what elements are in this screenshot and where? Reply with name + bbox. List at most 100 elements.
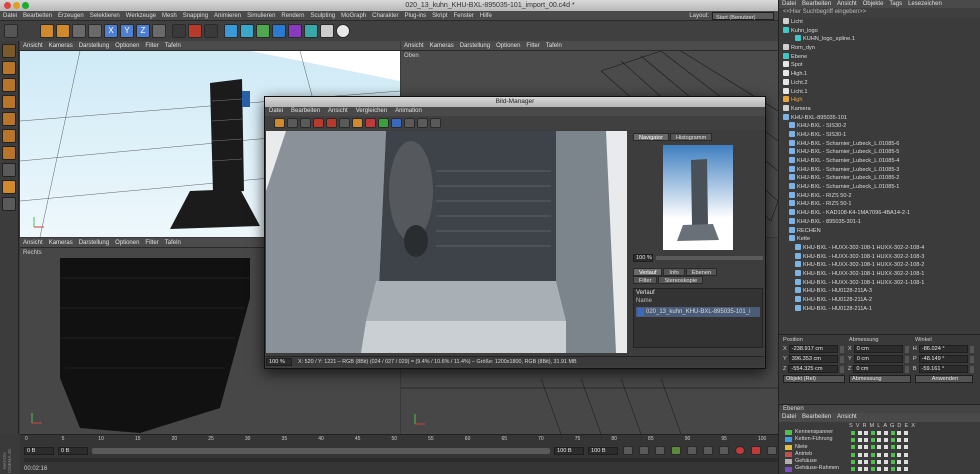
object-list-item[interactable]: Licht [783, 18, 980, 27]
picmgr-menu-item-2[interactable]: Ansicht [324, 107, 352, 116]
render-picture-viewer-icon[interactable] [188, 24, 202, 38]
object-list-item[interactable]: High [783, 96, 980, 105]
coord-field[interactable]: -554.325 cm [788, 365, 839, 373]
tab-histogram[interactable]: Histogramm [669, 133, 713, 141]
object-list-item[interactable]: KHU-BXL - HU0128-211A-1 [783, 304, 980, 314]
layer-toggle-icon[interactable] [897, 452, 902, 457]
layer-row[interactable]: Niete [779, 444, 980, 451]
array-icon[interactable] [272, 24, 286, 38]
autokey-icon[interactable] [751, 446, 761, 455]
settings-icon[interactable] [430, 118, 441, 128]
object-list-item[interactable]: Kamera [783, 104, 980, 114]
menu-item-1[interactable]: Bearbeiten [20, 11, 55, 21]
layer-toggle-icon[interactable] [883, 467, 888, 472]
render-view-icon[interactable] [172, 24, 186, 38]
history-item[interactable]: 020_13_kuhn_KHU-BXL-895035-101_i [636, 307, 760, 317]
menu-item-13[interactable]: Plug-ins [401, 11, 429, 21]
object-list-item[interactable]: Kette [783, 235, 980, 244]
viewport-menu-item-1[interactable]: Kameras [46, 238, 76, 248]
layer-toggle-icon[interactable] [877, 437, 882, 442]
layer-toggle-icon[interactable] [857, 437, 862, 442]
menu-item-11[interactable]: MoGraph [338, 11, 369, 21]
layer-toggle-icon[interactable] [890, 467, 895, 472]
tab-info[interactable]: Info [663, 268, 685, 276]
navigator-preview[interactable] [663, 145, 733, 250]
object-menu-item-2[interactable]: Ansicht [834, 0, 860, 9]
undo-icon[interactable] [4, 24, 18, 38]
camera-icon[interactable] [320, 24, 334, 38]
object-list-item[interactable]: KHU-BXL - HUXX-302-108-1 HUXX-302-2-108-… [783, 252, 980, 262]
layer-toggle-icon[interactable] [851, 430, 855, 435]
layer-toggle-icon[interactable] [870, 445, 875, 450]
layer-toggle-icon[interactable] [864, 459, 869, 464]
layer-toggle-icon[interactable] [870, 452, 875, 457]
object-list-item[interactable]: KHU-BXL - Scharnier_Lubeck_L.01085-6 [783, 139, 980, 149]
tab-layers[interactable]: Ebenen [685, 268, 718, 276]
layer-row[interactable]: Kennenspanner [779, 429, 980, 436]
object-list-item[interactable]: KHU-BXL - Scharnier_Lubeck_L.01085-1 [783, 183, 980, 192]
status-zoom-field[interactable]: 100 % [266, 357, 292, 366]
coord-field[interactable]: 0 cm [853, 345, 904, 353]
object-list-item[interactable]: KHU-BXL - SIS30-2 [783, 122, 980, 131]
viewport-menu-item-4[interactable]: Filter [142, 41, 161, 51]
coord-field[interactable]: -238.917 cm [788, 345, 839, 353]
layer-toggle-icon[interactable] [883, 445, 888, 450]
menu-item-3[interactable]: Selektieren [87, 11, 123, 21]
menu-item-0[interactable]: Datei [0, 11, 20, 21]
fit-view-icon[interactable] [417, 118, 428, 128]
polygons-mode-icon[interactable] [2, 146, 16, 160]
stepper-icon[interactable] [840, 365, 844, 373]
object-list-item[interactable]: KHU-BXL - SIS30-1 [783, 130, 980, 140]
scale-tool-icon[interactable] [72, 24, 86, 38]
play-icon[interactable] [671, 446, 681, 455]
stepper-icon[interactable] [905, 355, 909, 363]
edges-mode-icon[interactable] [2, 129, 16, 143]
open-file-icon[interactable] [274, 118, 285, 128]
menu-item-8[interactable]: Simulieren [244, 11, 278, 21]
layer-toggle-icon[interactable] [851, 437, 855, 442]
layer-toggle-icon[interactable] [857, 459, 862, 464]
deformer-icon[interactable] [288, 24, 302, 38]
channel-b-icon[interactable] [391, 118, 402, 128]
layer-toggle-icon[interactable] [877, 430, 882, 435]
coordinate-system-icon[interactable] [152, 24, 166, 38]
goto-end-icon[interactable] [719, 446, 729, 455]
x-axis-lock-icon[interactable]: X [104, 24, 118, 38]
make-editable-icon[interactable] [2, 44, 16, 58]
stepper-icon[interactable] [970, 365, 975, 373]
object-list-item[interactable]: KHU-BXL-895035-101 [783, 113, 980, 123]
tab-history[interactable]: Verlauf [633, 268, 663, 276]
object-list-item[interactable]: RECHEN [783, 226, 980, 236]
render-view-icon[interactable] [300, 118, 311, 128]
object-list-item[interactable]: KHU-BXL - HUXX-302-108-1 HUXX-302-2-108-… [783, 269, 980, 279]
layer-toggle-icon[interactable] [890, 445, 895, 450]
snap-icon[interactable] [2, 197, 16, 211]
layer-toggle-icon[interactable] [890, 437, 895, 442]
prev-frame-icon[interactable] [655, 446, 665, 455]
menu-item-6[interactable]: Snapping [180, 11, 211, 21]
object-list-item[interactable]: Kuhn_logo [783, 26, 980, 36]
close-window-button[interactable] [4, 2, 11, 9]
object-list-item[interactable]: KHU-BXL - HUXX-302-108-1 HUXX-302-1-108-… [783, 278, 980, 288]
coord-field[interactable]: 0 cm [853, 355, 904, 363]
keyframe-selection-icon[interactable] [767, 446, 777, 455]
layer-toggle-icon[interactable] [903, 445, 908, 450]
layer-row[interactable]: Antrieb [779, 451, 980, 458]
layer-toggle-icon[interactable] [851, 452, 855, 457]
layer-toggle-icon[interactable] [851, 459, 855, 464]
layer-toggle-icon[interactable] [903, 437, 908, 442]
object-list-item[interactable]: KHU-BXL - Scharnier_Lubeck_L.01085-5 [783, 148, 980, 157]
viewport-menu-item-0[interactable]: Ansicht [20, 238, 46, 248]
subdivision-icon[interactable] [256, 24, 270, 38]
viewport-menu-item-1[interactable]: Kameras [427, 41, 457, 51]
object-list-item[interactable]: KHU-BXL - HU0128-211A-3 [783, 287, 980, 296]
model-mode-icon[interactable] [2, 61, 16, 75]
cube-primitive-icon[interactable] [224, 24, 238, 38]
layer-toggle-icon[interactable] [890, 452, 895, 457]
coord-field[interactable]: 0 cm [853, 365, 904, 373]
object-list-item[interactable]: KHU-BXL - HUXX-302-108-1 HUXX-302-2-108-… [783, 261, 980, 270]
viewport-menu-item-5[interactable]: Tafeln [162, 41, 184, 51]
menu-item-10[interactable]: Sculpting [307, 11, 338, 21]
layer-toggle-icon[interactable] [864, 467, 869, 472]
rotate-tool-icon[interactable] [88, 24, 102, 38]
